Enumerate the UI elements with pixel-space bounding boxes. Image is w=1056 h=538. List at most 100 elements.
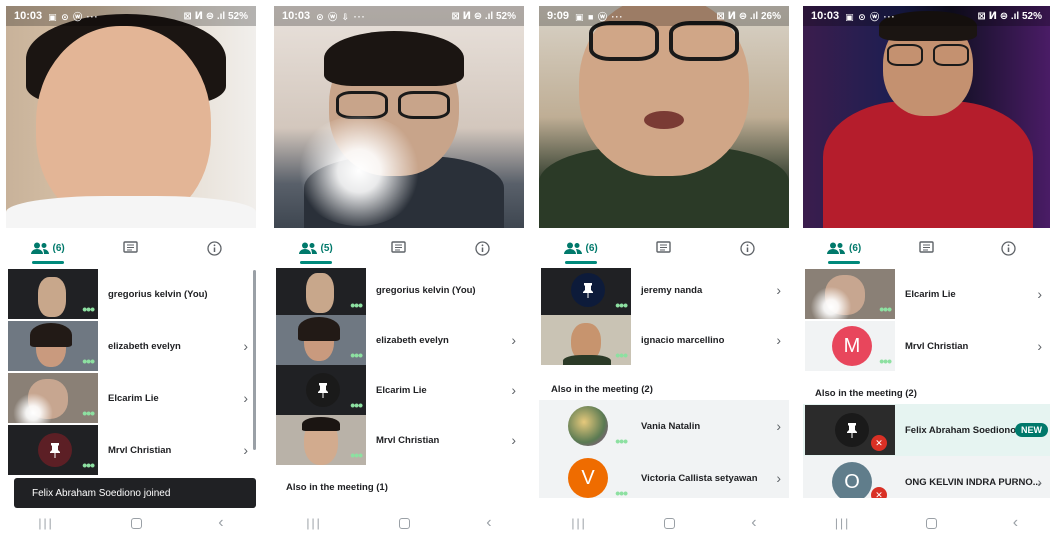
chevron-right-icon[interactable]: › [243,442,248,458]
tab-people[interactable]: (6) [541,228,621,268]
participant-row[interactable]: O ✕ ONG KELVIN INDRA PURNO... › [803,456,1050,498]
main-video-tile: 10:03 ▣ ⊙ ⓦ ··· ⊠ ⵍ ⊜ .ıl 52% [803,6,1050,228]
chevron-right-icon[interactable]: › [511,382,516,398]
tab-chat[interactable] [886,228,966,268]
participant-name: ignacio marcellino [641,334,725,346]
more-dots-icon: ••• [615,297,628,313]
android-nav-bar: ||| ‹ [268,508,530,538]
chevron-right-icon[interactable]: › [511,432,516,448]
chevron-right-icon[interactable]: › [511,332,516,348]
more-dots-icon: ••• [350,447,363,463]
recent-apps-icon[interactable]: ||| [38,516,53,530]
back-icon[interactable]: ‹ [486,514,491,532]
chevron-right-icon[interactable]: › [1037,338,1042,354]
home-icon[interactable] [663,517,675,529]
tab-people[interactable]: (6) [8,228,88,268]
participant-name: gregorius kelvin (You) [376,284,476,296]
participant-row[interactable]: ••• gregorius kelvin (You) [274,268,524,316]
info-icon [207,240,222,256]
tab-chat[interactable] [359,228,439,268]
back-icon[interactable]: ‹ [751,514,756,532]
recent-apps-icon[interactable]: ||| [571,516,586,530]
also-in-meeting-label: Also in the meeting (2) [815,388,917,399]
pin-icon [306,373,340,407]
tab-info[interactable] [442,228,522,268]
chat-icon [656,241,672,253]
more-dots-icon: ••• [82,353,95,369]
chevron-right-icon[interactable]: › [776,418,781,434]
status-time: 9:09 [547,10,570,22]
chevron-right-icon[interactable]: › [243,338,248,354]
chevron-right-icon[interactable]: › [776,332,781,348]
tab-people[interactable]: (6) [804,228,884,268]
participant-thumbnail: ••• [276,365,366,415]
chevron-right-icon[interactable]: › [243,390,248,406]
people-icon [827,242,846,254]
more-dots-icon: ••• [350,347,363,363]
tab-chat[interactable] [624,228,704,268]
participant-thumbnail: O ✕ [805,457,895,498]
info-icon [475,240,490,256]
tab-info[interactable] [969,228,1049,268]
recent-apps-icon[interactable]: ||| [306,516,321,530]
more-dots-icon: ••• [82,301,95,317]
people-icon [30,242,49,254]
meeting-tabs: (6) [803,228,1050,268]
participant-row[interactable]: ••• elizabeth evelyn › [274,314,524,366]
status-bar: 10:03 ▣ ⊙ ⓦ ··· ⊠ ⵍ ⊜ .ıl 52% [6,6,256,26]
participant-row[interactable]: ••• Mrvl Christian › [274,414,524,466]
participant-row[interactable]: ••• Elcarim Lie › [803,268,1050,320]
meeting-tabs: (5) [274,228,524,268]
more-dots-icon: ••• [82,457,95,473]
home-icon[interactable] [130,517,142,529]
status-bar: 9:09 ▣ ■ ⓦ ··· ⊠ ⵍ ⊜ .ıl 26% [539,6,789,26]
participant-name: gregorius kelvin (You) [108,288,208,300]
status-time: 10:03 [14,10,43,22]
phone-screen-4: 10:03 ▣ ⊙ ⓦ ··· ⊠ ⵍ ⊜ .ıl 52% (6) ••• El… [797,0,1056,538]
home-icon[interactable] [926,517,937,529]
people-count: (5) [320,242,333,254]
more-dots-icon: ••• [879,301,892,317]
status-battery: ⊠ ⵍ ⊜ .ıl 52% [183,10,248,22]
participant-row[interactable]: ••• Elcarim Lie › [274,364,524,416]
tab-chat[interactable] [91,228,171,268]
participant-row[interactable]: ••• Elcarim Lie › [6,372,256,424]
participant-thumbnail: ✕ [805,405,895,455]
chevron-right-icon[interactable]: › [776,470,781,486]
chevron-right-icon[interactable]: › [776,282,781,298]
main-video-tile: 10:03 ▣ ⊙ ⓦ ··· ⊠ ⵍ ⊜ .ıl 52% [6,6,256,228]
chevron-right-icon[interactable]: › [1037,474,1042,490]
participant-avatar [568,406,608,446]
main-video-tile: 10:03 ⊙ ⓦ ⇩ ··· ⊠ ⵍ ⊜ .ıl 52% [274,6,524,228]
participant-row[interactable]: ••• Mrvl Christian › [6,424,256,476]
tab-people[interactable]: (5) [276,228,356,268]
people-count: (6) [585,242,598,254]
participant-row[interactable]: ••• ignacio marcellino › [539,314,789,366]
participant-row[interactable]: ••• gregorius kelvin (You) [6,268,256,320]
more-dots-icon: ••• [350,397,363,413]
back-icon[interactable]: ‹ [1013,514,1018,532]
participant-row[interactable]: ••• jeremy nanda › [539,268,789,316]
more-dots-icon: ••• [615,347,628,363]
participant-row[interactable]: M ••• Mrvl Christian › [803,320,1050,372]
participant-thumbnail: ••• [541,268,631,315]
tab-info[interactable] [707,228,787,268]
participant-thumbnail: ••• [541,401,631,451]
chevron-right-icon[interactable]: › [1037,286,1042,302]
home-icon[interactable] [398,517,410,529]
participant-row[interactable]: ••• Vania Natalin › [539,400,789,452]
scrollbar[interactable] [253,270,256,450]
also-in-meeting-label: Also in the meeting (2) [551,384,653,395]
back-icon[interactable]: ‹ [218,514,223,532]
participant-row[interactable]: ✕ Felix Abraham Soediono NEW [803,404,1050,456]
recent-apps-icon[interactable]: ||| [835,516,850,530]
people-count: (6) [849,242,862,254]
more-dots-icon: ••• [615,485,628,498]
tab-info[interactable] [174,228,254,268]
participant-row[interactable]: ••• elizabeth evelyn › [6,320,256,372]
status-time: 10:03 [811,10,840,22]
participant-row[interactable]: V ••• Victoria Callista setyawan › [539,452,789,498]
meeting-tabs: (6) [539,228,789,268]
participant-name: Victoria Callista setyawan [641,472,758,484]
status-icons: ⊙ ⓦ ⇩ ··· [316,11,366,22]
